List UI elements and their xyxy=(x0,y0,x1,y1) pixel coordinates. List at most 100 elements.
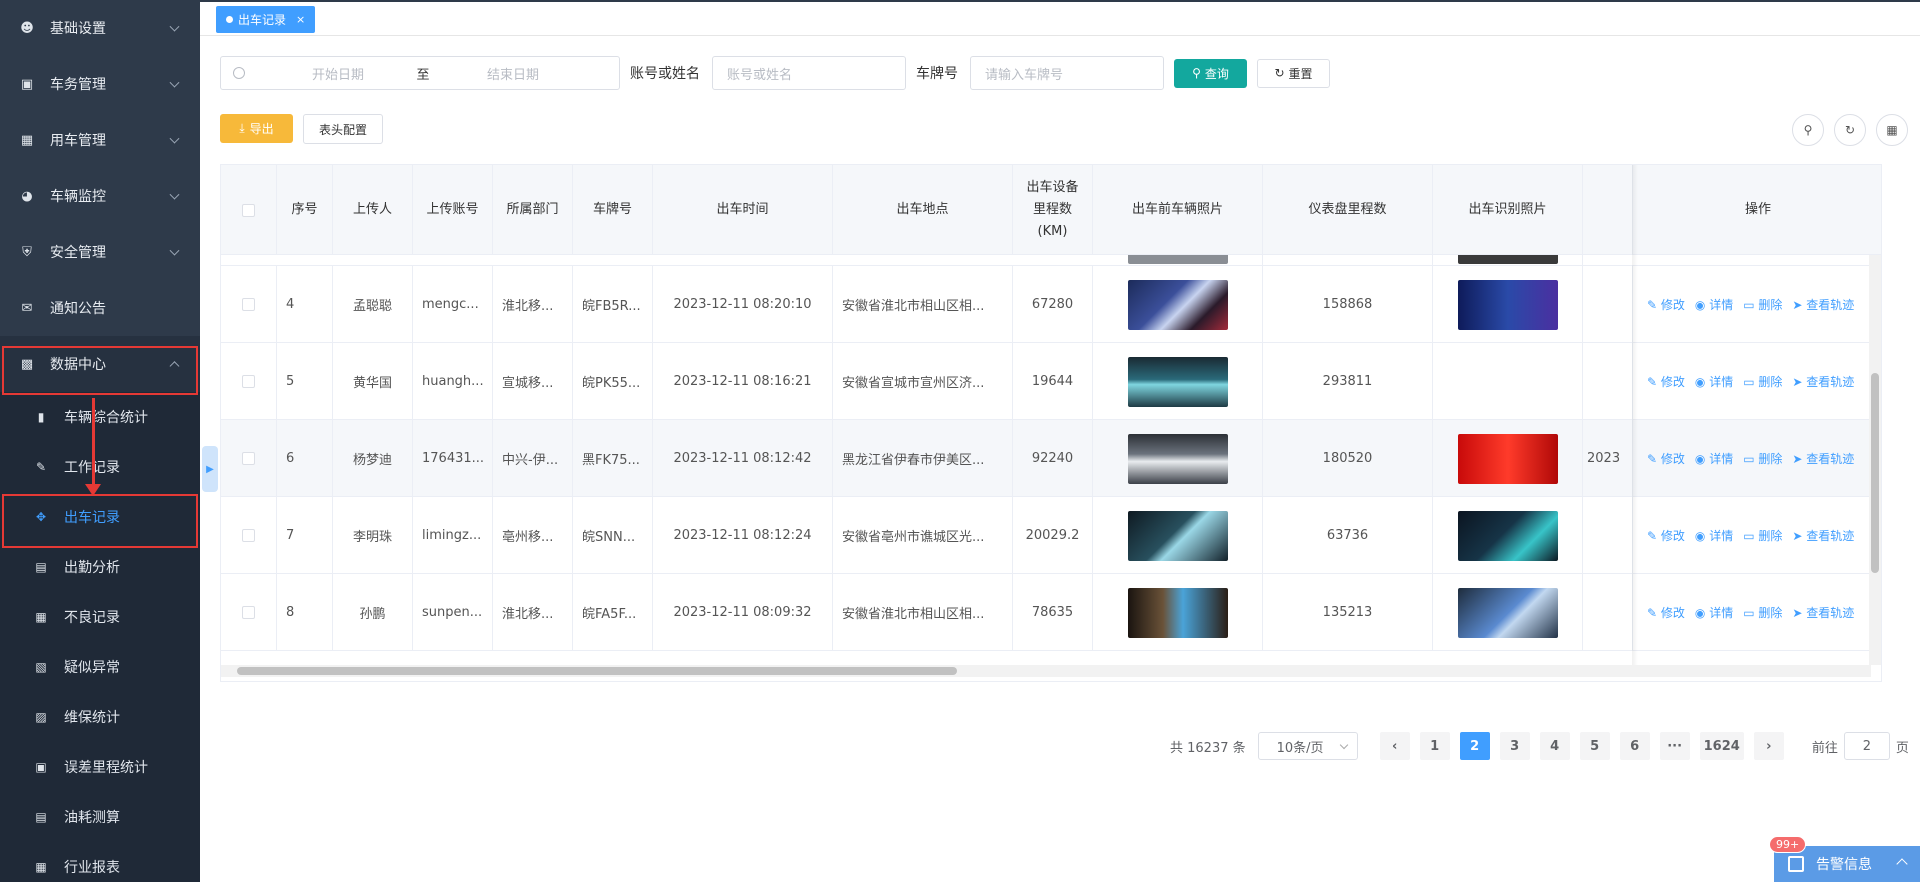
submenu-item-bad-record[interactable]: ▦ 不良记录 xyxy=(0,592,200,642)
column-config-button[interactable]: 表头配置 xyxy=(303,114,383,144)
page-button[interactable]: 4 xyxy=(1539,732,1570,760)
detail-link[interactable]: ◉ 详情 xyxy=(1695,604,1733,621)
prev-page-button[interactable]: ‹ xyxy=(1379,732,1410,760)
edit-icon: ✎ xyxy=(35,460,47,474)
page-button-current[interactable]: 2 xyxy=(1459,732,1490,760)
track-link[interactable]: ➤ 查看轨迹 xyxy=(1792,450,1854,467)
page-button[interactable]: 1624 xyxy=(1699,732,1744,760)
reset-button[interactable]: ↻ 重置 xyxy=(1257,58,1330,88)
track-link[interactable]: ➤ 查看轨迹 xyxy=(1792,373,1854,390)
cell-mileage: 92240 xyxy=(1013,420,1093,497)
recognition-photo[interactable] xyxy=(1457,587,1558,638)
edit-link[interactable]: ✎ 修改 xyxy=(1647,604,1685,621)
delete-link[interactable]: ▭ 删除 xyxy=(1743,450,1782,467)
gift-icon xyxy=(1788,856,1804,872)
cell-account: mengc... xyxy=(413,266,493,343)
submenu-item-attendance[interactable]: ▤ 出勤分析 xyxy=(0,542,200,592)
export-button[interactable]: ⤓ 导出 xyxy=(220,114,293,143)
submenu-item-maintenance[interactable]: ▨ 维保统计 xyxy=(0,692,200,742)
plate-input[interactable]: 请输入车牌号 xyxy=(970,56,1164,90)
user-icon: ☻ xyxy=(20,20,34,36)
cell-mileage: 19644 xyxy=(1013,343,1093,420)
column-header: 操作 xyxy=(1744,202,1771,217)
tab-dispatch-record[interactable]: 出车记录 × xyxy=(216,6,316,33)
edit-link[interactable]: ✎ 修改 xyxy=(1647,373,1685,390)
page-button[interactable]: 1 xyxy=(1419,732,1450,760)
checkbox[interactable] xyxy=(242,529,255,542)
page-button[interactable]: 6 xyxy=(1619,732,1650,760)
column-header: 上传账号 xyxy=(413,165,493,255)
menu-item-safety[interactable]: ⛨ 安全管理 xyxy=(0,224,200,280)
cell-dashboard: 180520 xyxy=(1263,420,1433,497)
detail-link[interactable]: ◉ 详情 xyxy=(1695,527,1733,544)
checkbox[interactable] xyxy=(242,375,255,388)
submenu-item-industry-report[interactable]: ▦ 行业报表 xyxy=(0,842,200,882)
vehicle-photo[interactable] xyxy=(1127,279,1228,330)
page-size-select[interactable]: 10条/页 xyxy=(1257,732,1358,760)
column-config-label: 表头配置 xyxy=(318,122,367,137)
menu-item-notice[interactable]: ✉ 通知公告 xyxy=(0,280,200,336)
next-page-button[interactable]: › xyxy=(1753,732,1784,760)
vehicle-photo[interactable] xyxy=(1127,587,1228,638)
alarm-button[interactable]: 99+ 告警信息 xyxy=(1769,836,1920,882)
track-link[interactable]: ➤ 查看轨迹 xyxy=(1792,527,1854,544)
checkbox[interactable] xyxy=(242,606,255,619)
track-link[interactable]: ➤ 查看轨迹 xyxy=(1792,296,1854,313)
vehicle-photo[interactable] xyxy=(1127,433,1228,484)
file-icon: ▨ xyxy=(35,710,47,724)
checkbox[interactable] xyxy=(242,203,255,217)
end-date-input[interactable]: 结束日期 xyxy=(453,64,573,83)
edit-link[interactable]: ✎ 修改 xyxy=(1647,296,1685,313)
page-button[interactable]: 5 xyxy=(1579,732,1610,760)
edit-link[interactable]: ✎ 修改 xyxy=(1647,450,1685,467)
delete-link[interactable]: ▭ 删除 xyxy=(1743,296,1782,313)
cell-account: limingz... xyxy=(413,497,493,574)
date-range-picker[interactable]: 开始日期 至 结束日期 xyxy=(220,56,620,90)
close-icon[interactable]: × xyxy=(296,13,305,26)
goto-input[interactable]: 2 xyxy=(1843,732,1890,760)
search-icon[interactable]: ⚲ xyxy=(1792,114,1824,146)
submenu-item-fuel[interactable]: ▤ 油耗测算 xyxy=(0,792,200,842)
detail-link[interactable]: ◉ 详情 xyxy=(1695,373,1733,390)
scroll-thumb[interactable] xyxy=(237,667,957,675)
menu-item-basic-settings[interactable]: ☻ 基础设置 xyxy=(0,0,200,56)
submenu-item-vehicle-stats[interactable]: ▮ 车辆综合统计 xyxy=(0,392,200,442)
vehicle-photo[interactable] xyxy=(1127,255,1228,264)
start-date-input[interactable]: 开始日期 xyxy=(283,64,393,83)
detail-link[interactable]: ◉ 详情 xyxy=(1695,450,1733,467)
menu-item-vehicle-monitor[interactable]: ◕ 车辆监控 xyxy=(0,168,200,224)
query-button[interactable]: ⚲ 查询 xyxy=(1174,58,1247,88)
page-button[interactable]: 3 xyxy=(1499,732,1530,760)
edit-link[interactable]: ✎ 修改 xyxy=(1647,527,1685,544)
recognition-photo[interactable] xyxy=(1457,510,1558,561)
recognition-photo[interactable] xyxy=(1457,433,1558,484)
grid-icon[interactable]: ▦ xyxy=(1876,114,1908,146)
vertical-scrollbar[interactable] xyxy=(1869,255,1881,665)
sidebar-collapse-handle[interactable]: ▶ xyxy=(202,446,218,492)
menu-item-vehicle-use[interactable]: ▦ 用车管理 xyxy=(0,112,200,168)
header-select-all[interactable] xyxy=(221,165,277,255)
checkbox[interactable] xyxy=(242,452,255,465)
scroll-thumb[interactable] xyxy=(1871,373,1879,573)
column-header xyxy=(1583,165,1633,255)
recognition-photo[interactable] xyxy=(1457,279,1558,330)
delete-link[interactable]: ▭ 删除 xyxy=(1743,604,1782,621)
menu-item-vehicle-affairs[interactable]: ▣ 车务管理 xyxy=(0,56,200,112)
more-pages-button[interactable]: ··· xyxy=(1659,732,1690,760)
delete-label: 删除 xyxy=(1758,529,1783,543)
horizontal-scrollbar[interactable] xyxy=(221,665,1871,677)
detail-link[interactable]: ◉ 详情 xyxy=(1695,296,1733,313)
detail-label: 详情 xyxy=(1709,606,1734,620)
vehicle-photo[interactable] xyxy=(1127,356,1228,407)
submenu-item-suspected-abnormal[interactable]: ▧ 疑似异常 xyxy=(0,642,200,692)
track-link[interactable]: ➤ 查看轨迹 xyxy=(1792,604,1854,621)
delete-link[interactable]: ▭ 删除 xyxy=(1743,527,1782,544)
refresh-icon[interactable]: ↻ xyxy=(1834,114,1866,146)
vehicle-photo[interactable] xyxy=(1127,510,1228,561)
chevron-down-icon xyxy=(169,189,180,200)
submenu-item-mileage-error[interactable]: ▣ 误差里程统计 xyxy=(0,742,200,792)
delete-link[interactable]: ▭ 删除 xyxy=(1743,373,1782,390)
recognition-photo[interactable] xyxy=(1457,255,1558,264)
account-input[interactable]: 账号或姓名 xyxy=(712,56,906,90)
checkbox[interactable] xyxy=(242,298,255,311)
